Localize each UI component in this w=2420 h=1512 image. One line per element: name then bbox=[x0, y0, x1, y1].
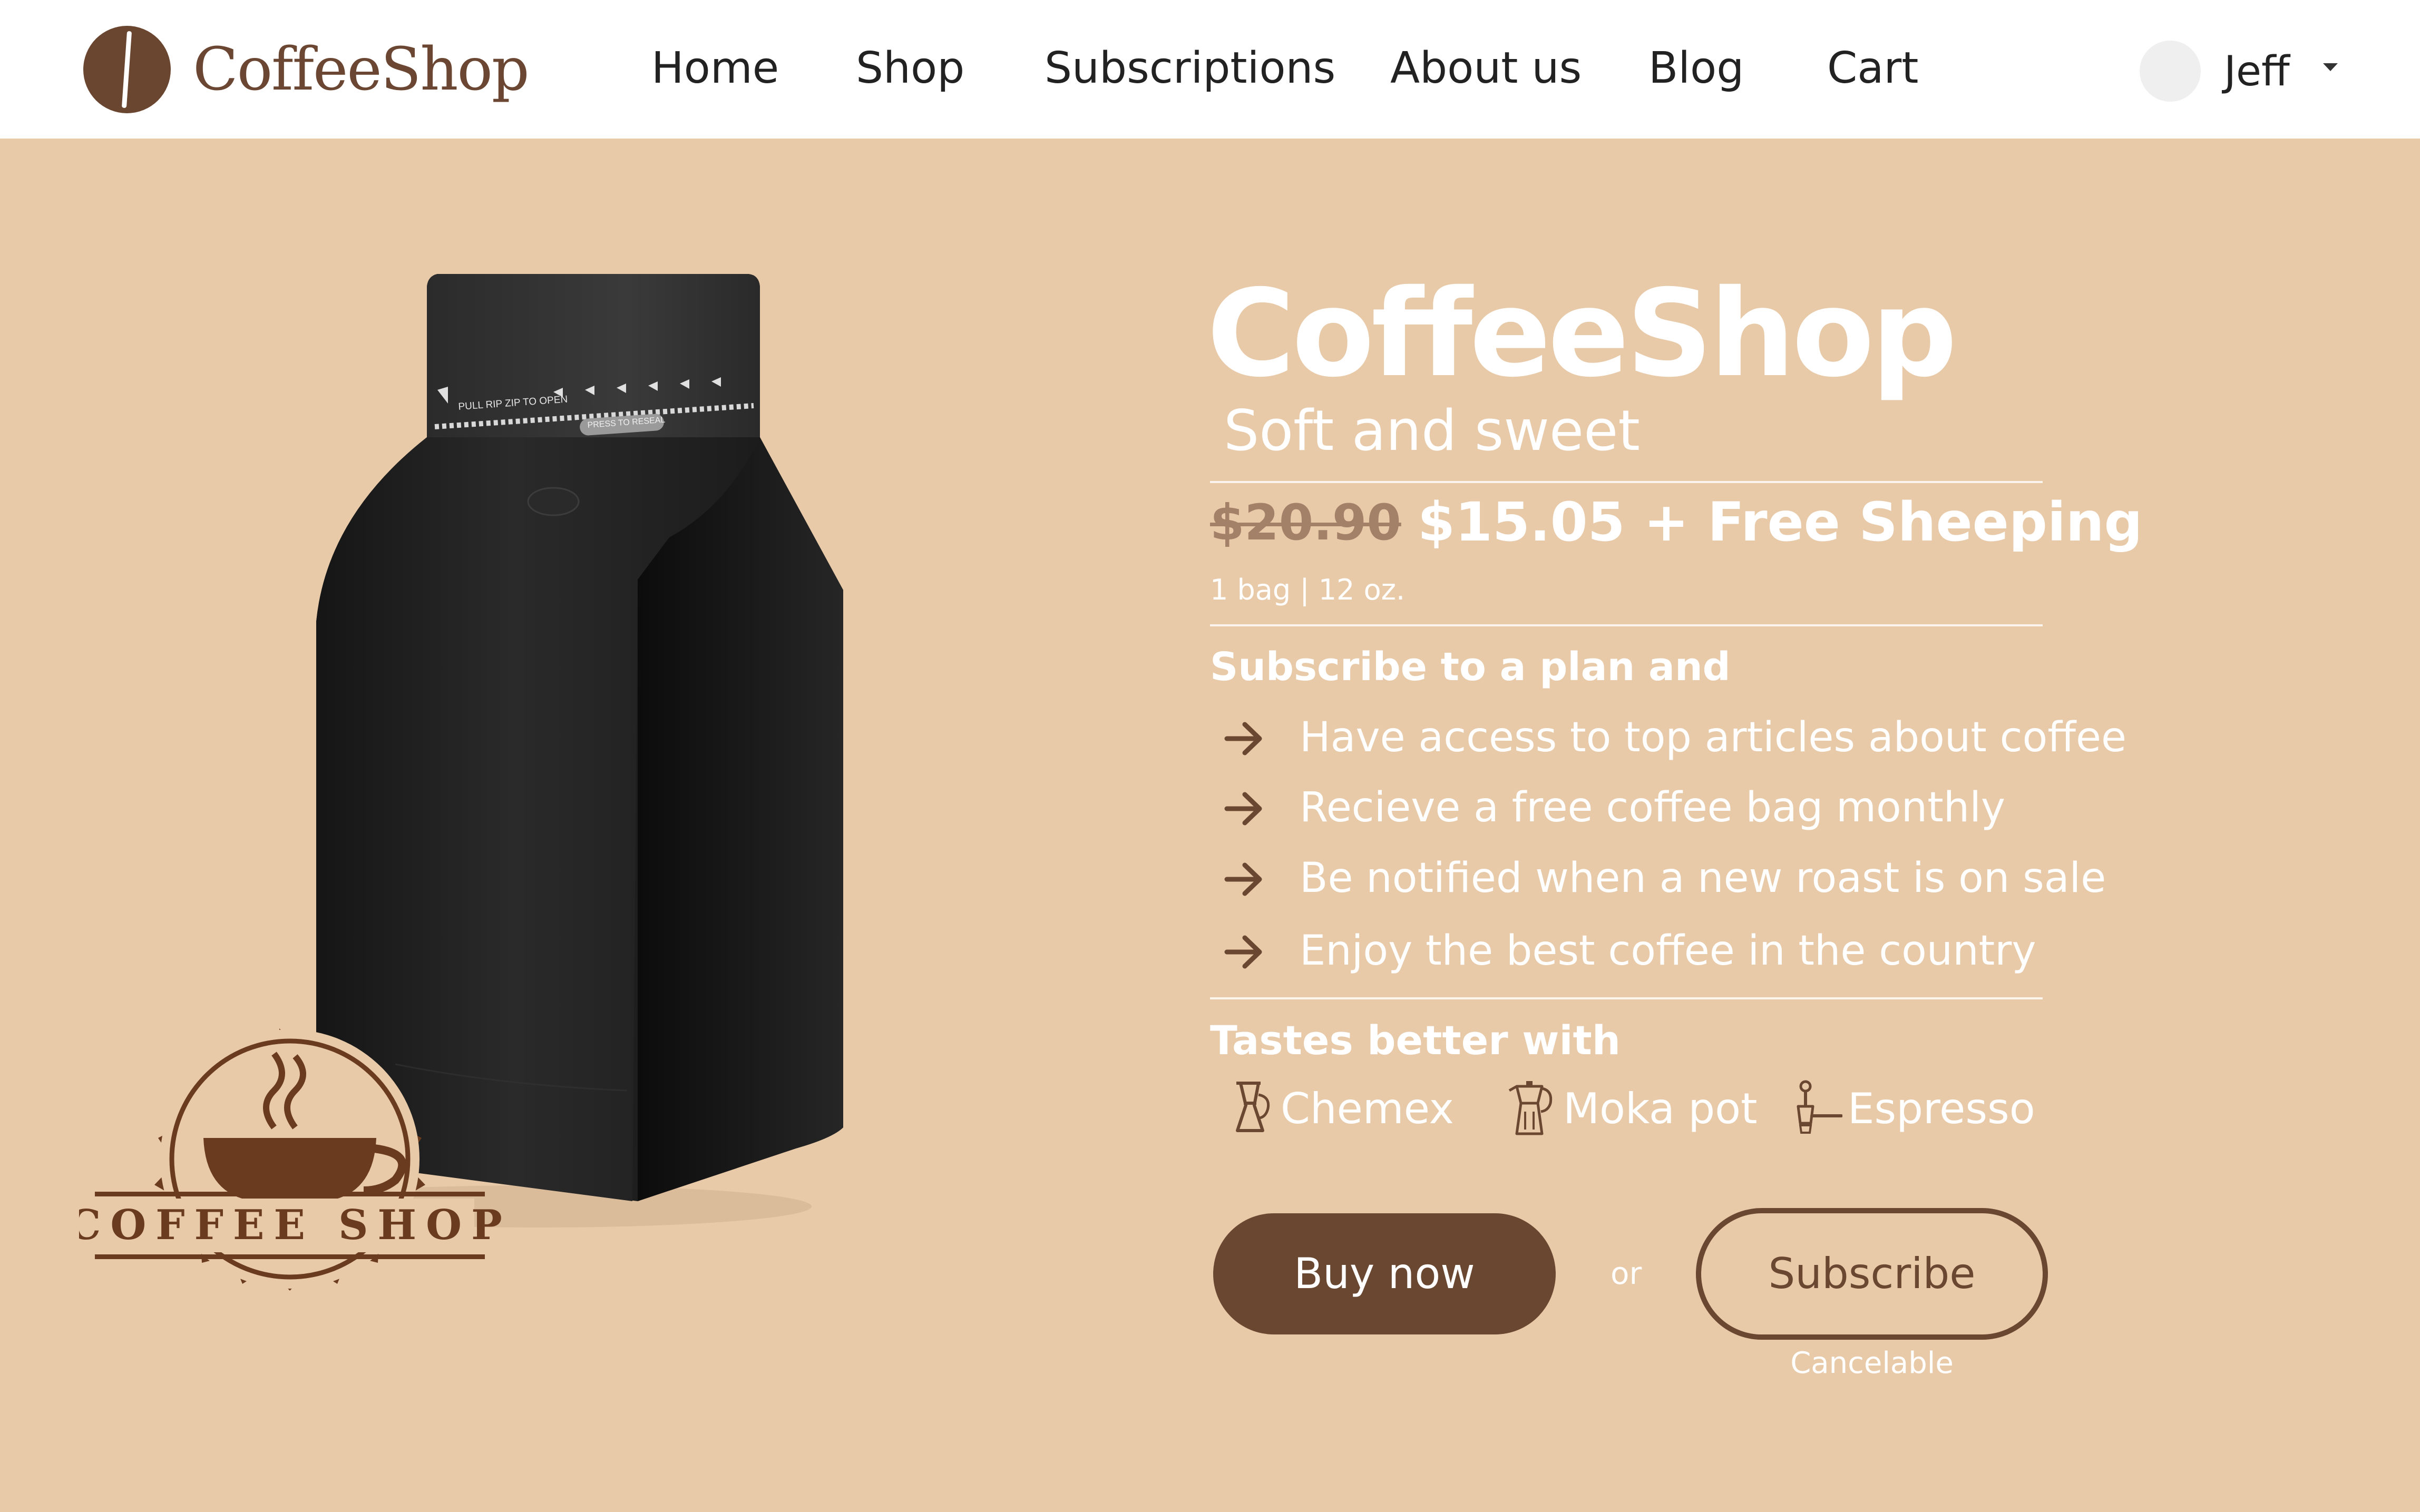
coffee-bean-logo-icon[interactable] bbox=[83, 26, 171, 113]
nav-subscriptions[interactable]: Subscriptions bbox=[1045, 37, 1335, 100]
cancelable-note: Cancelable bbox=[1790, 1346, 1954, 1380]
user-avatar[interactable] bbox=[2140, 41, 2201, 102]
or-separator: or bbox=[1611, 1255, 1642, 1291]
product-subtitle: Soft and sweet bbox=[1224, 398, 1640, 463]
caret-down-icon[interactable] bbox=[2323, 63, 2338, 71]
top-nav-bar: CoffeeShop Home Shop Subscriptions About… bbox=[0, 0, 2420, 139]
product-image: PULL RIP ZIP TO OPEN PRESS TO RESEAL COF… bbox=[79, 274, 843, 1291]
benefit-item: Have access to top articles about coffee bbox=[1223, 709, 2126, 767]
user-name[interactable]: Jeff bbox=[2224, 42, 2290, 101]
divider bbox=[1210, 997, 2043, 999]
brew-method-label: Espresso bbox=[1848, 1084, 2035, 1133]
arrow-right-icon bbox=[1224, 935, 1262, 969]
unit-size: 1 bag | 12 oz. bbox=[1210, 573, 1406, 606]
espresso-icon bbox=[1797, 1080, 1842, 1134]
benefit-text: Enjoy the best coffee in the country bbox=[1300, 927, 2036, 975]
moka-pot-icon bbox=[1508, 1081, 1553, 1135]
product-title: CoffeeShop bbox=[1207, 263, 1957, 404]
brew-method-label: Moka pot bbox=[1563, 1084, 1758, 1133]
subscribe-heading: Subscribe to a plan and bbox=[1210, 644, 1731, 690]
benefit-item: Recieve a free coffee bag monthly bbox=[1223, 779, 2119, 837]
tastes-heading: Tastes better with bbox=[1210, 1017, 1621, 1064]
benefit-item: Be notified when a new roast is on sale bbox=[1223, 849, 2119, 907]
brew-method-label: Chemex bbox=[1281, 1084, 1454, 1133]
benefit-text: Be notified when a new roast is on sale bbox=[1300, 855, 2106, 902]
old-price: $20.90 bbox=[1210, 494, 1401, 552]
divider bbox=[1210, 624, 2043, 626]
divider bbox=[1210, 481, 2043, 483]
brand-name[interactable]: CoffeeShop bbox=[193, 33, 530, 106]
arrow-right-icon bbox=[1224, 862, 1262, 896]
nav-cart[interactable]: Cart bbox=[1827, 37, 1918, 100]
benefit-item: Enjoy the best coffee in the country bbox=[1223, 922, 2119, 980]
nav-home[interactable]: Home bbox=[651, 37, 779, 100]
buy-now-button[interactable]: Buy now bbox=[1213, 1213, 1556, 1334]
nav-blog[interactable]: Blog bbox=[1648, 37, 1744, 100]
current-price: $15.05 + Free Sheeping bbox=[1418, 491, 2143, 554]
arrow-right-icon bbox=[1224, 722, 1262, 755]
nav-about-us[interactable]: About us bbox=[1390, 37, 1582, 100]
benefit-text: Recieve a free coffee bag monthly bbox=[1300, 784, 2006, 831]
benefit-text: Have access to top articles about coffee bbox=[1300, 714, 2126, 761]
nav-shop[interactable]: Shop bbox=[856, 37, 964, 100]
arrow-right-icon bbox=[1224, 792, 1262, 826]
badge-text: COFFEE SHOP bbox=[79, 1201, 512, 1249]
chemex-icon bbox=[1236, 1082, 1270, 1132]
subscribe-button[interactable]: Subscribe bbox=[1696, 1208, 2048, 1340]
